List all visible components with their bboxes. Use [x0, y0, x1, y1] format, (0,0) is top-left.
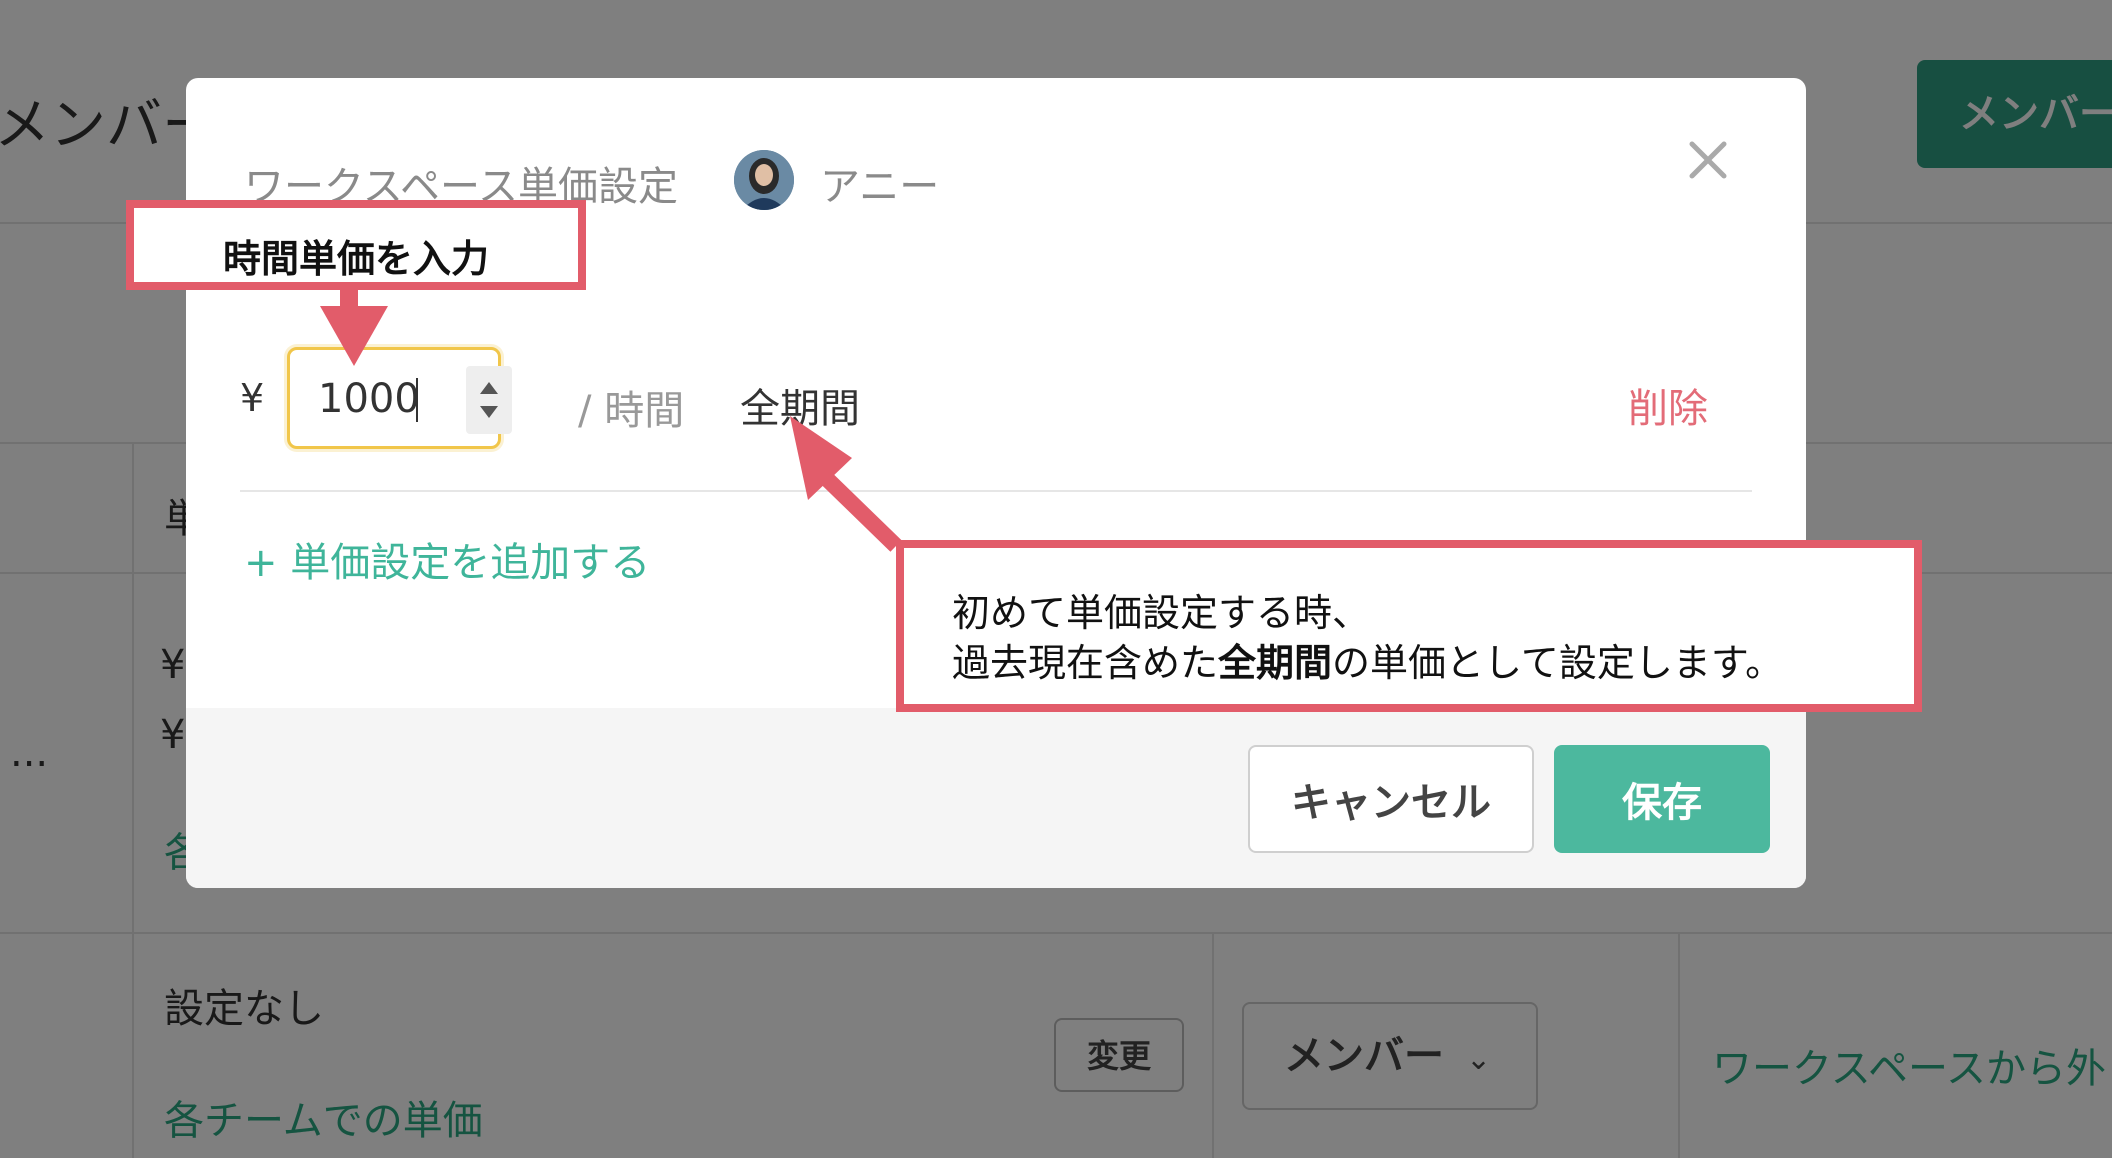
annotation-period-callout: 初めて単価設定する時、 過去現在含めた全期間の単価として設定します。: [896, 540, 1922, 712]
annotation-period-line2: 過去現在含めた全期間の単価として設定します。: [952, 632, 1783, 687]
annotation-arrow-input: [320, 286, 388, 366]
annotation-period-line1: 初めて単価設定する時、: [952, 591, 1371, 635]
annotation-input-callout: 時間単価を入力: [126, 200, 586, 290]
annotation-period-text: の単価として設定します。: [1332, 641, 1784, 685]
annotation-period-emphasis: 全期間: [1218, 641, 1333, 685]
annotation-input-text: 時間単価を入力: [222, 237, 489, 281]
annotation-arrow-period: [790, 416, 902, 552]
annotation-period-text: 過去現在含めた: [952, 641, 1219, 685]
